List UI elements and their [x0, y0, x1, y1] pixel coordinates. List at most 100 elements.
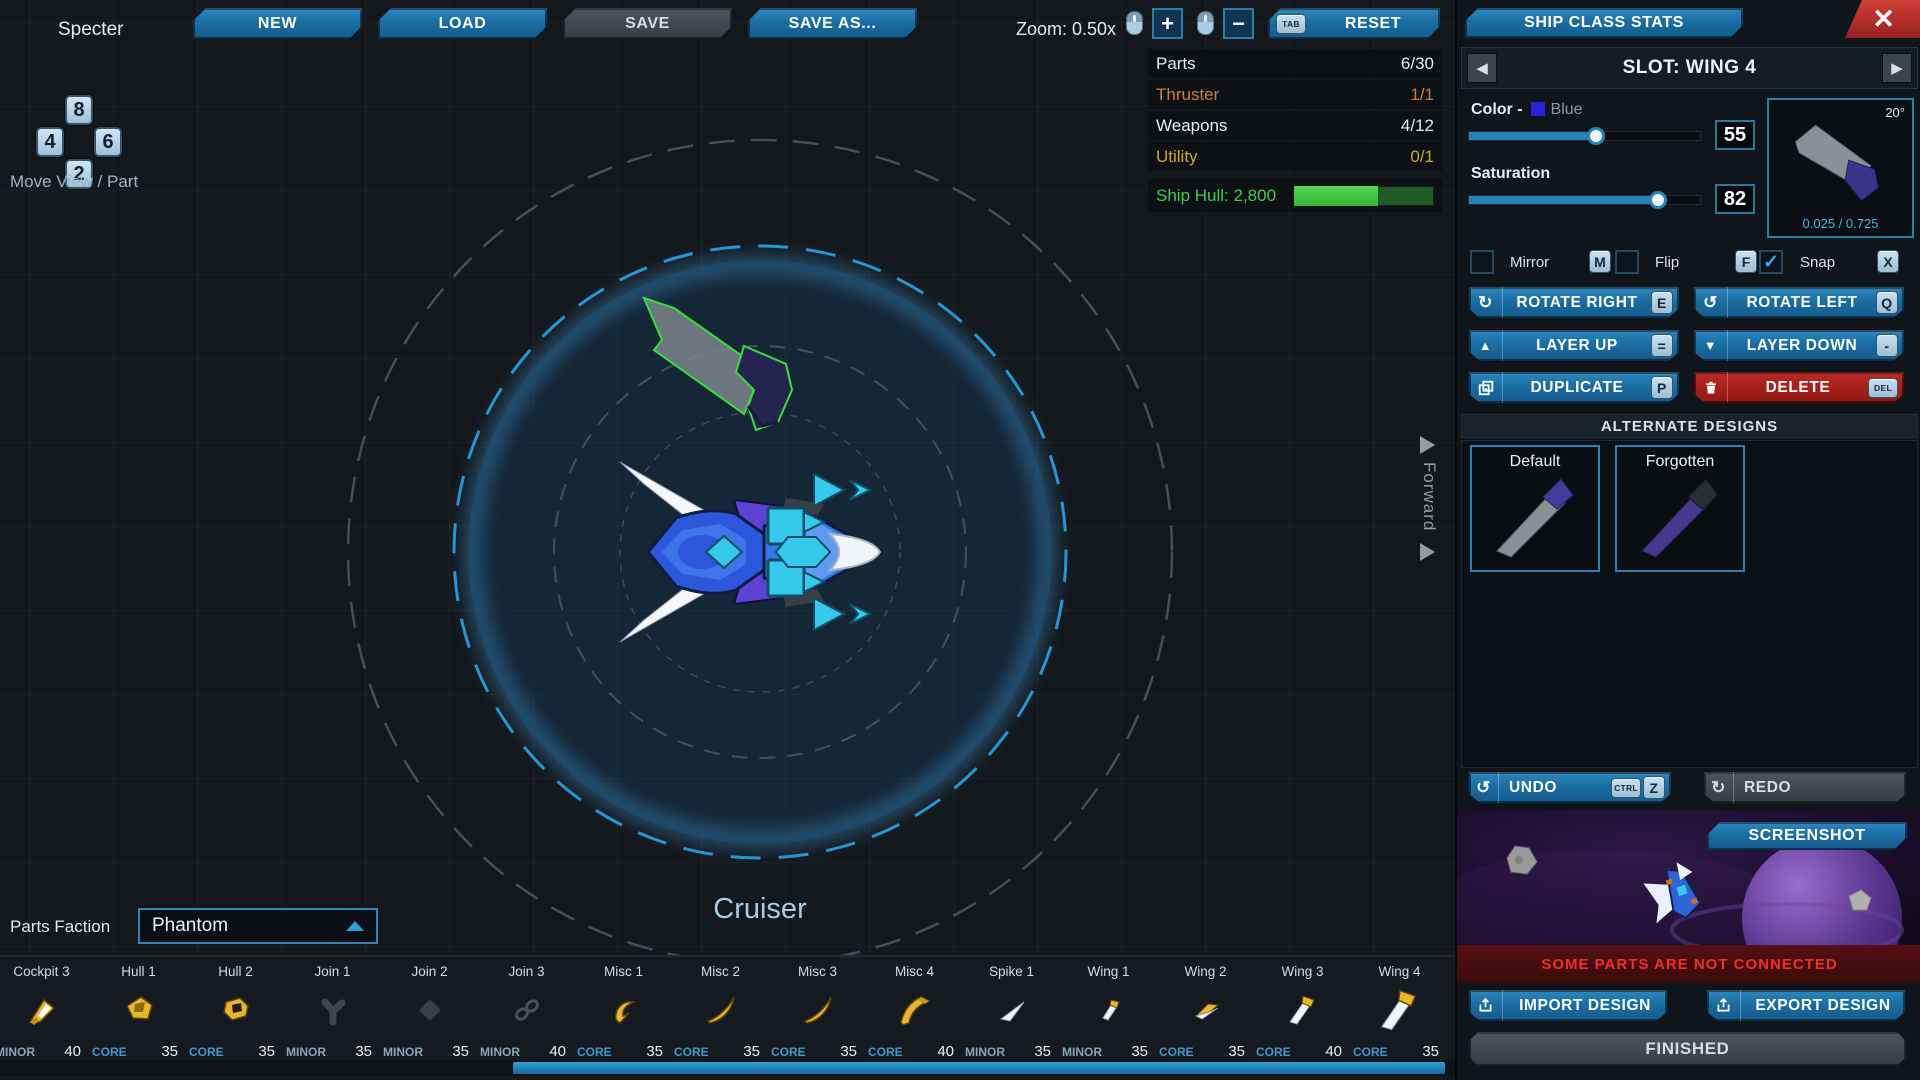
parts-faction-dropdown[interactable]: Phantom [138, 908, 378, 944]
layer-up-button[interactable]: ▲ LAYER UP = [1469, 330, 1679, 361]
part-item[interactable]: Cockpit 3 MINOR 40 [0, 959, 90, 1062]
next-icon: ▶ [1891, 59, 1903, 77]
part-item[interactable]: Hull 2 CORE 35 [187, 959, 284, 1062]
duplicate-button[interactable]: DUPLICATE P [1469, 372, 1679, 403]
mirror-checkbox[interactable] [1470, 250, 1494, 274]
part-item[interactable]: Wing 3 CORE 40 [1254, 959, 1351, 1062]
ship-class-stats-button[interactable]: SHIP CLASS STATS [1465, 8, 1743, 38]
part-name: Misc 1 [575, 964, 672, 979]
saturation-value[interactable]: 82 [1715, 184, 1755, 214]
parts-faction-label: Parts Faction [10, 917, 110, 937]
part-item[interactable]: Misc 3 CORE 35 [769, 959, 866, 1062]
stat-value: 6/30 [1401, 54, 1434, 74]
flip-label: Flip [1655, 254, 1679, 271]
part-type-badge: MINOR [1062, 1045, 1102, 1059]
forward-arrow-bottom-icon [1420, 543, 1435, 561]
save-button[interactable]: SAVE [563, 8, 732, 39]
finished-button[interactable]: FINISHED [1469, 1032, 1906, 1066]
part-type-badge: MINOR [286, 1045, 326, 1059]
part-item[interactable]: Misc 4 CORE 40 [866, 959, 963, 1062]
part-item[interactable]: Wing 4 CORE 35 [1351, 959, 1448, 1062]
zoom-in-button[interactable]: + [1152, 8, 1183, 39]
flip-checkbox[interactable] [1615, 250, 1639, 274]
hull-bar-fill [1294, 186, 1378, 206]
forward-label: Forward [1419, 462, 1439, 531]
alternate-designs-header: ALTERNATE DESIGNS [1461, 414, 1918, 438]
part-type-badge: CORE [868, 1045, 903, 1059]
part-type-badge: CORE [92, 1045, 127, 1059]
design-forgotten-image [1632, 469, 1732, 569]
part-item[interactable]: Wing 2 CORE 35 [1157, 959, 1254, 1062]
mouse-scroll-up-icon [1126, 11, 1143, 35]
next-slot-button[interactable]: ▶ [1882, 53, 1912, 83]
part-item[interactable]: Misc 2 CORE 35 [672, 959, 769, 1062]
mirror-key-icon: M [1589, 250, 1611, 273]
delete-button[interactable]: DELETE DEL [1694, 372, 1904, 403]
part-item[interactable]: Join 3 MINOR 40 [478, 959, 575, 1062]
reset-view-button[interactable]: TAB RESET [1268, 8, 1440, 39]
part-item[interactable]: Hull 1 CORE 35 [90, 959, 187, 1062]
load-button[interactable]: LOAD [378, 8, 547, 39]
rotate-right-button[interactable]: ↻ ROTATE RIGHT E [1469, 287, 1679, 318]
part-name: Join 1 [284, 964, 381, 979]
stat-label: Weapons [1156, 116, 1228, 136]
tray-scrollbar-thumb[interactable] [513, 1062, 1445, 1074]
stat-value: 0/1 [1410, 147, 1434, 167]
rotate-left-icon: ↺ [1694, 287, 1728, 318]
design-tile-default[interactable]: Default [1470, 445, 1600, 572]
color-value[interactable]: 55 [1715, 120, 1755, 150]
ctrl-key-icon: CTRL [1611, 778, 1641, 798]
part-name: Join 3 [478, 964, 575, 979]
saturation-slider[interactable] [1469, 192, 1700, 208]
part-cost: 35 [355, 1043, 372, 1060]
color-slider-knob[interactable] [1587, 127, 1605, 145]
design-tile-forgotten[interactable]: Forgotten [1615, 445, 1745, 572]
save-as-button[interactable]: SAVE AS... [748, 8, 917, 39]
redo-button[interactable]: ↻ REDO [1704, 772, 1906, 803]
close-editor-button[interactable]: ✕ [1845, 0, 1920, 38]
part-item[interactable]: Misc 1 CORE 35 [575, 959, 672, 1062]
design-default-image [1487, 469, 1587, 569]
layer-down-button[interactable]: ▼ LAYER DOWN - [1694, 330, 1904, 361]
part-item[interactable]: Wing 1 MINOR 35 [1060, 959, 1157, 1062]
rotate-left-button[interactable]: ↺ ROTATE LEFT Q [1694, 287, 1904, 318]
import-icon [1469, 990, 1503, 1021]
tray-scrollbar[interactable] [0, 1060, 1455, 1076]
edit-panel: SHIP CLASS STATS ✕ SLOT: WING 4 ◀ ▶ Colo… [1455, 0, 1920, 1080]
part-name: Misc 3 [769, 964, 866, 979]
import-design-button[interactable]: IMPORT DESIGN [1469, 990, 1667, 1021]
ship-assembly[interactable] [618, 450, 883, 655]
part-icon [672, 983, 769, 1037]
part-icon [963, 983, 1060, 1037]
saturation-slider-knob[interactable] [1649, 191, 1667, 209]
part-cost: 40 [937, 1043, 954, 1060]
part-offset: 0.025 / 0.725 [1769, 216, 1912, 231]
ship-hull-row: Ship Hull: 2,800 [1148, 179, 1442, 212]
part-cost: 35 [840, 1043, 857, 1060]
tab-key-icon: TAB [1276, 14, 1306, 34]
part-cost: 35 [1131, 1043, 1148, 1060]
part-name: Wing 3 [1254, 964, 1351, 979]
duplicate-icon [1469, 372, 1503, 403]
export-design-button[interactable]: EXPORT DESIGN [1707, 990, 1905, 1021]
part-icon [284, 983, 381, 1037]
snap-checkbox[interactable]: ✓ [1759, 250, 1783, 274]
snap-label: Snap [1800, 254, 1835, 271]
screenshot-button[interactable]: SCREENSHOT [1707, 822, 1907, 850]
prev-slot-button[interactable]: ◀ [1467, 53, 1497, 83]
part-item[interactable]: Join 1 MINOR 35 [284, 959, 381, 1062]
part-name: Spike 1 [963, 964, 1060, 979]
new-button[interactable]: NEW [193, 8, 362, 39]
mirror-label: Mirror [1510, 254, 1549, 271]
part-item[interactable]: Spike 1 MINOR 35 [963, 959, 1060, 1062]
color-slider[interactable] [1469, 128, 1700, 144]
zoom-out-button[interactable]: − [1223, 8, 1254, 39]
part-icon [1351, 983, 1448, 1037]
stat-label: Thruster [1156, 85, 1219, 105]
redo-icon: ↻ [1704, 772, 1734, 803]
mouse-scroll-down-icon [1197, 11, 1214, 35]
undo-button[interactable]: ↺ UNDO CTRL Z [1469, 772, 1671, 803]
ship-editor: Cruiser Forward Specter NEW LOAD SAVE SA… [0, 0, 1920, 1080]
selected-wing-part[interactable] [640, 294, 836, 436]
part-item[interactable]: Join 2 MINOR 35 [381, 959, 478, 1062]
